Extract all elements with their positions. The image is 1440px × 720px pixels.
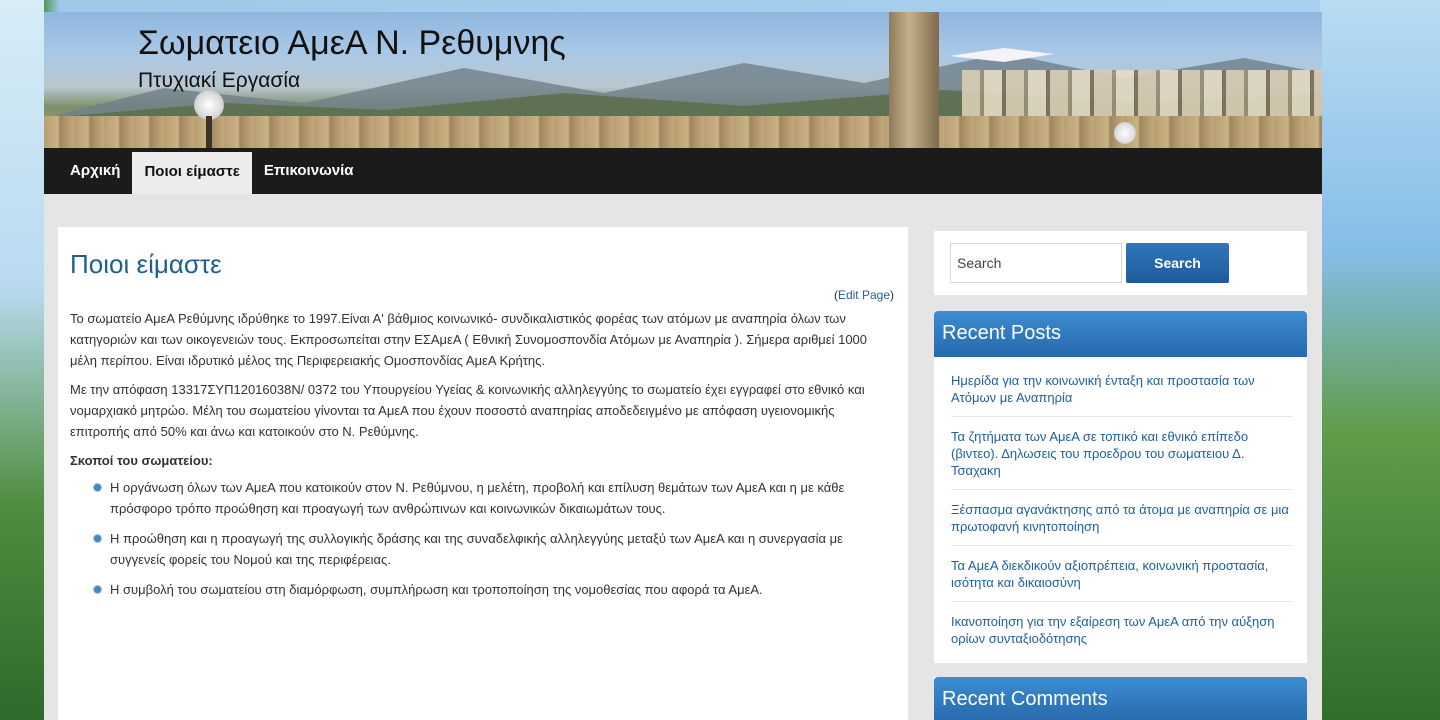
recent-posts-title: Recent Posts	[934, 311, 1307, 357]
site-header: Σωματειο ΑμεΑ Ν. Ρεθυμνης Πτυχιακί Εργασ…	[44, 12, 1322, 148]
list-item: Η συμβολή του σωματείου στη διαμόρφωση, …	[94, 579, 894, 600]
edit-page-line: (Edit Page)	[70, 288, 894, 302]
main-nav: Αρχική Ποιοι είμαστε Επικοινωνία	[44, 148, 1322, 194]
list-item: Η προώθηση και η προαγωγή της συλλογικής…	[94, 528, 894, 570]
recent-comments-widget: Recent Comments	[934, 677, 1307, 720]
recent-post-link[interactable]: Ημερίδα για την κοινωνική ένταξη και προ…	[951, 361, 1293, 417]
recent-post-link[interactable]: Ξέσπασμα αγανάκτησης από τα άτομα με ανα…	[951, 490, 1293, 546]
list-item: Η οργάνωση όλων των ΑμεΑ που κατοικούν σ…	[94, 477, 894, 519]
goals-heading: Σκοποί του σωματείου:	[70, 453, 213, 468]
background-left	[0, 0, 44, 720]
nav-item-about[interactable]: Ποιοι είμαστε	[132, 152, 252, 194]
sidebar: Search Recent Posts Ημερίδα για την κοιν…	[934, 231, 1307, 720]
recent-post-link[interactable]: Τα ΑμεΑ διεκδικούν αξιοπρέπεια, κοινωνικ…	[951, 546, 1293, 602]
recent-posts-widget: Recent Posts Ημερίδα για την κοινωνική έ…	[934, 311, 1307, 663]
recent-post-link[interactable]: Τα ζητήματα των ΑμεΑ σε τοπικό και εθνικ…	[951, 417, 1293, 490]
lamp-illustration-2	[1114, 122, 1136, 144]
recent-posts-list: Ημερίδα για την κοινωνική ένταξη και προ…	[934, 357, 1307, 663]
edit-close-paren: )	[890, 288, 894, 302]
page-wrapper: Σωματειο ΑμεΑ Ν. Ρεθυμνης Πτυχιακί Εργασ…	[44, 12, 1322, 720]
registration-paragraph: Με την απόφαση 13317ΣΥΠ12016038Ν/ 0372 τ…	[70, 382, 865, 439]
goals-list: Η οργάνωση όλων των ΑμεΑ που κατοικούν σ…	[70, 477, 894, 600]
recent-post-link[interactable]: Ικανοποίηση για την εξαίρεση των ΑμεΑ απ…	[951, 602, 1293, 657]
nav-item-home[interactable]: Αρχική	[58, 148, 132, 194]
lighthouse-illustration	[889, 12, 939, 148]
background-right	[1320, 0, 1440, 720]
site-subtitle: Πτυχιακί Εργασία	[138, 69, 301, 92]
page-title: Ποιοι είμαστε	[70, 249, 222, 279]
main-content: Ποιοι είμαστε (Edit Page) Το σωματείο Αμ…	[58, 227, 908, 720]
lamp-pole-illustration	[206, 116, 212, 148]
nav-item-contact[interactable]: Επικοινωνία	[252, 148, 366, 194]
search-button[interactable]: Search	[1126, 243, 1229, 283]
recent-comments-title: Recent Comments	[934, 677, 1307, 720]
search-input[interactable]	[950, 243, 1122, 283]
site-title[interactable]: Σωματειο ΑμεΑ Ν. Ρεθυμνης	[138, 24, 566, 63]
edit-page-link[interactable]: Edit Page	[838, 288, 890, 302]
intro-paragraph: Το σωματείο ΑμεΑ Ρεθύμνης ιδρύθηκε το 19…	[70, 311, 868, 368]
search-widget: Search	[934, 231, 1307, 295]
